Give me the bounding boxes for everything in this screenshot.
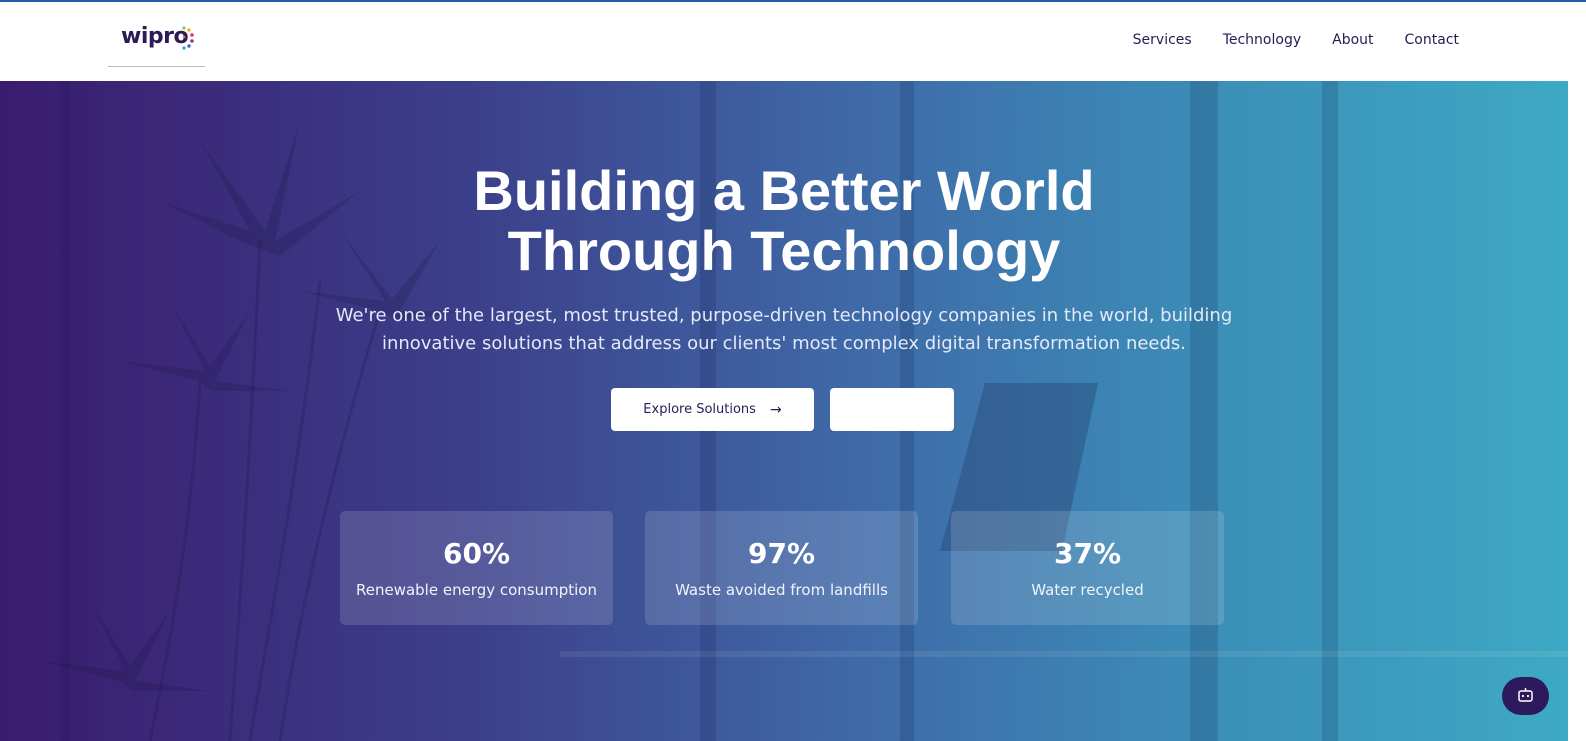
nav-services[interactable]: Services: [1133, 32, 1192, 48]
site-header: wipro Services Technology About Contact: [0, 2, 1586, 81]
stat-label: Waste avoided from landfills: [675, 581, 888, 599]
stat-label: Renewable energy consumption: [355, 581, 597, 599]
logo-wordmark: wipro: [121, 24, 189, 49]
explore-solutions-button[interactable]: Explore Solutions →: [611, 388, 814, 431]
arrow-right-icon: →: [769, 401, 782, 418]
stat-card-waste-avoided: 97% Waste avoided from landfills: [645, 511, 918, 625]
stat-card-water-recycled: 37% Water recycled: [951, 511, 1224, 625]
hero-title-line-2: Through Technology: [507, 219, 1061, 282]
chat-widget-button[interactable]: [1502, 677, 1549, 715]
stat-value: 37%: [1053, 537, 1122, 570]
secondary-button[interactable]: [830, 388, 954, 431]
stat-label: Water recycled: [1031, 581, 1144, 599]
main-nav: Services Technology About Contact: [1133, 32, 1459, 48]
stat-value: 60%: [442, 537, 511, 570]
nav-about[interactable]: About: [1332, 32, 1373, 48]
stat-card-renewable-energy: 60% Renewable energy consumption: [340, 511, 613, 625]
hero-subtitle: We're one of the largest, most trusted, …: [334, 302, 1234, 358]
explore-solutions-label: Explore Solutions: [643, 402, 756, 417]
hero-section: Building a Better World Through Technolo…: [0, 81, 1568, 741]
chat-bot-icon: [1518, 688, 1533, 702]
page-scrollbar[interactable]: [1568, 81, 1586, 741]
hero-title-line-1: Building a Better World: [473, 159, 1095, 222]
nav-contact[interactable]: Contact: [1405, 32, 1459, 48]
stat-value: 97%: [747, 537, 816, 570]
hero-subtitle-line-2: innovative solutions that address our cl…: [381, 333, 1187, 354]
wipro-logo[interactable]: wipro: [108, 2, 205, 67]
logo-dots-icon: [182, 26, 194, 50]
hero-subtitle-line-1: We're one of the largest, most trusted, …: [335, 305, 1233, 326]
nav-technology[interactable]: Technology: [1223, 32, 1301, 48]
